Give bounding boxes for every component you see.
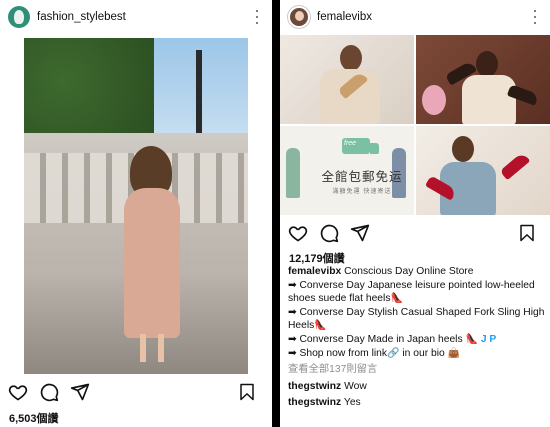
save-icon[interactable] — [238, 382, 256, 402]
heel-emoji-icon: 👠 — [314, 320, 327, 332]
like-count[interactable]: 12,179個讚 — [289, 250, 345, 266]
avatar[interactable] — [8, 6, 30, 28]
save-icon[interactable] — [518, 223, 536, 243]
post-caption: femalevibx Conscious Day Online Store ➡ … — [288, 265, 546, 410]
jp-badge: J P — [480, 333, 497, 345]
comment-text: Wow — [344, 380, 367, 392]
comment: thegstwinz Wow — [288, 380, 546, 394]
post-header: femalevibx — [280, 0, 550, 34]
caption-line: ➡ Shop now from link — [288, 347, 388, 359]
caption-line: ➡ Converse Day Made in Japan heels — [288, 333, 463, 345]
post-right: femalevibx free 全館包郵免运 滿額免運 快速寄送 12,179個… — [280, 0, 550, 427]
action-bar — [288, 221, 544, 245]
heel-emoji-icon: 👠 — [390, 293, 403, 305]
caption-author[interactable]: femalevibx — [288, 266, 341, 277]
heel-emoji-icon: 👠 — [465, 333, 478, 345]
collage-photo — [416, 35, 550, 124]
share-icon[interactable] — [350, 223, 370, 243]
post-photo-collage[interactable]: free 全館包郵免运 滿額免運 快速寄送 — [280, 35, 550, 215]
avatar[interactable] — [288, 6, 310, 28]
comment-user[interactable]: thegstwinz — [288, 381, 341, 392]
caption-title: Conscious Day Online Store — [344, 266, 474, 277]
post-left: fashion_stylebest 6,503個讚 — [0, 0, 272, 427]
collage-promo: free 全館包郵免运 滿額免運 快速寄送 — [280, 126, 414, 215]
link-emoji-icon: 🔗 — [387, 347, 400, 359]
collage-photo — [280, 35, 414, 124]
bag-emoji-icon: 👜 — [447, 347, 461, 359]
view-all-comments-link[interactable]: 查看全部137則留言 — [288, 363, 546, 377]
post-username[interactable]: fashion_stylebest — [37, 11, 250, 23]
post-header: fashion_stylebest — [0, 0, 272, 34]
truck-label: free — [344, 140, 357, 147]
promo-subtext: 滿額免運 快速寄送 — [332, 188, 392, 195]
caption-line: ➡ Converse Day Japanese leisure pointed … — [288, 279, 535, 305]
caption-line: in our bio — [399, 347, 445, 359]
like-icon[interactable] — [8, 382, 28, 402]
post-username[interactable]: femalevibx — [317, 11, 528, 23]
more-options-icon[interactable] — [528, 8, 542, 26]
promo-text: 全館包郵免运 — [321, 169, 403, 184]
share-icon[interactable] — [70, 382, 90, 402]
post-photo[interactable] — [24, 38, 248, 374]
comment-icon[interactable] — [319, 223, 339, 243]
action-bar — [8, 380, 264, 404]
like-count[interactable]: 6,503個讚 — [9, 410, 59, 426]
like-icon[interactable] — [288, 223, 308, 243]
comment-user[interactable]: thegstwinz — [288, 397, 341, 408]
comment-text: Yes — [343, 397, 361, 409]
comment: thegstwinz Yes — [288, 396, 546, 410]
comment-icon[interactable] — [39, 382, 59, 402]
more-options-icon[interactable] — [250, 8, 264, 26]
collage-photo — [416, 126, 550, 215]
